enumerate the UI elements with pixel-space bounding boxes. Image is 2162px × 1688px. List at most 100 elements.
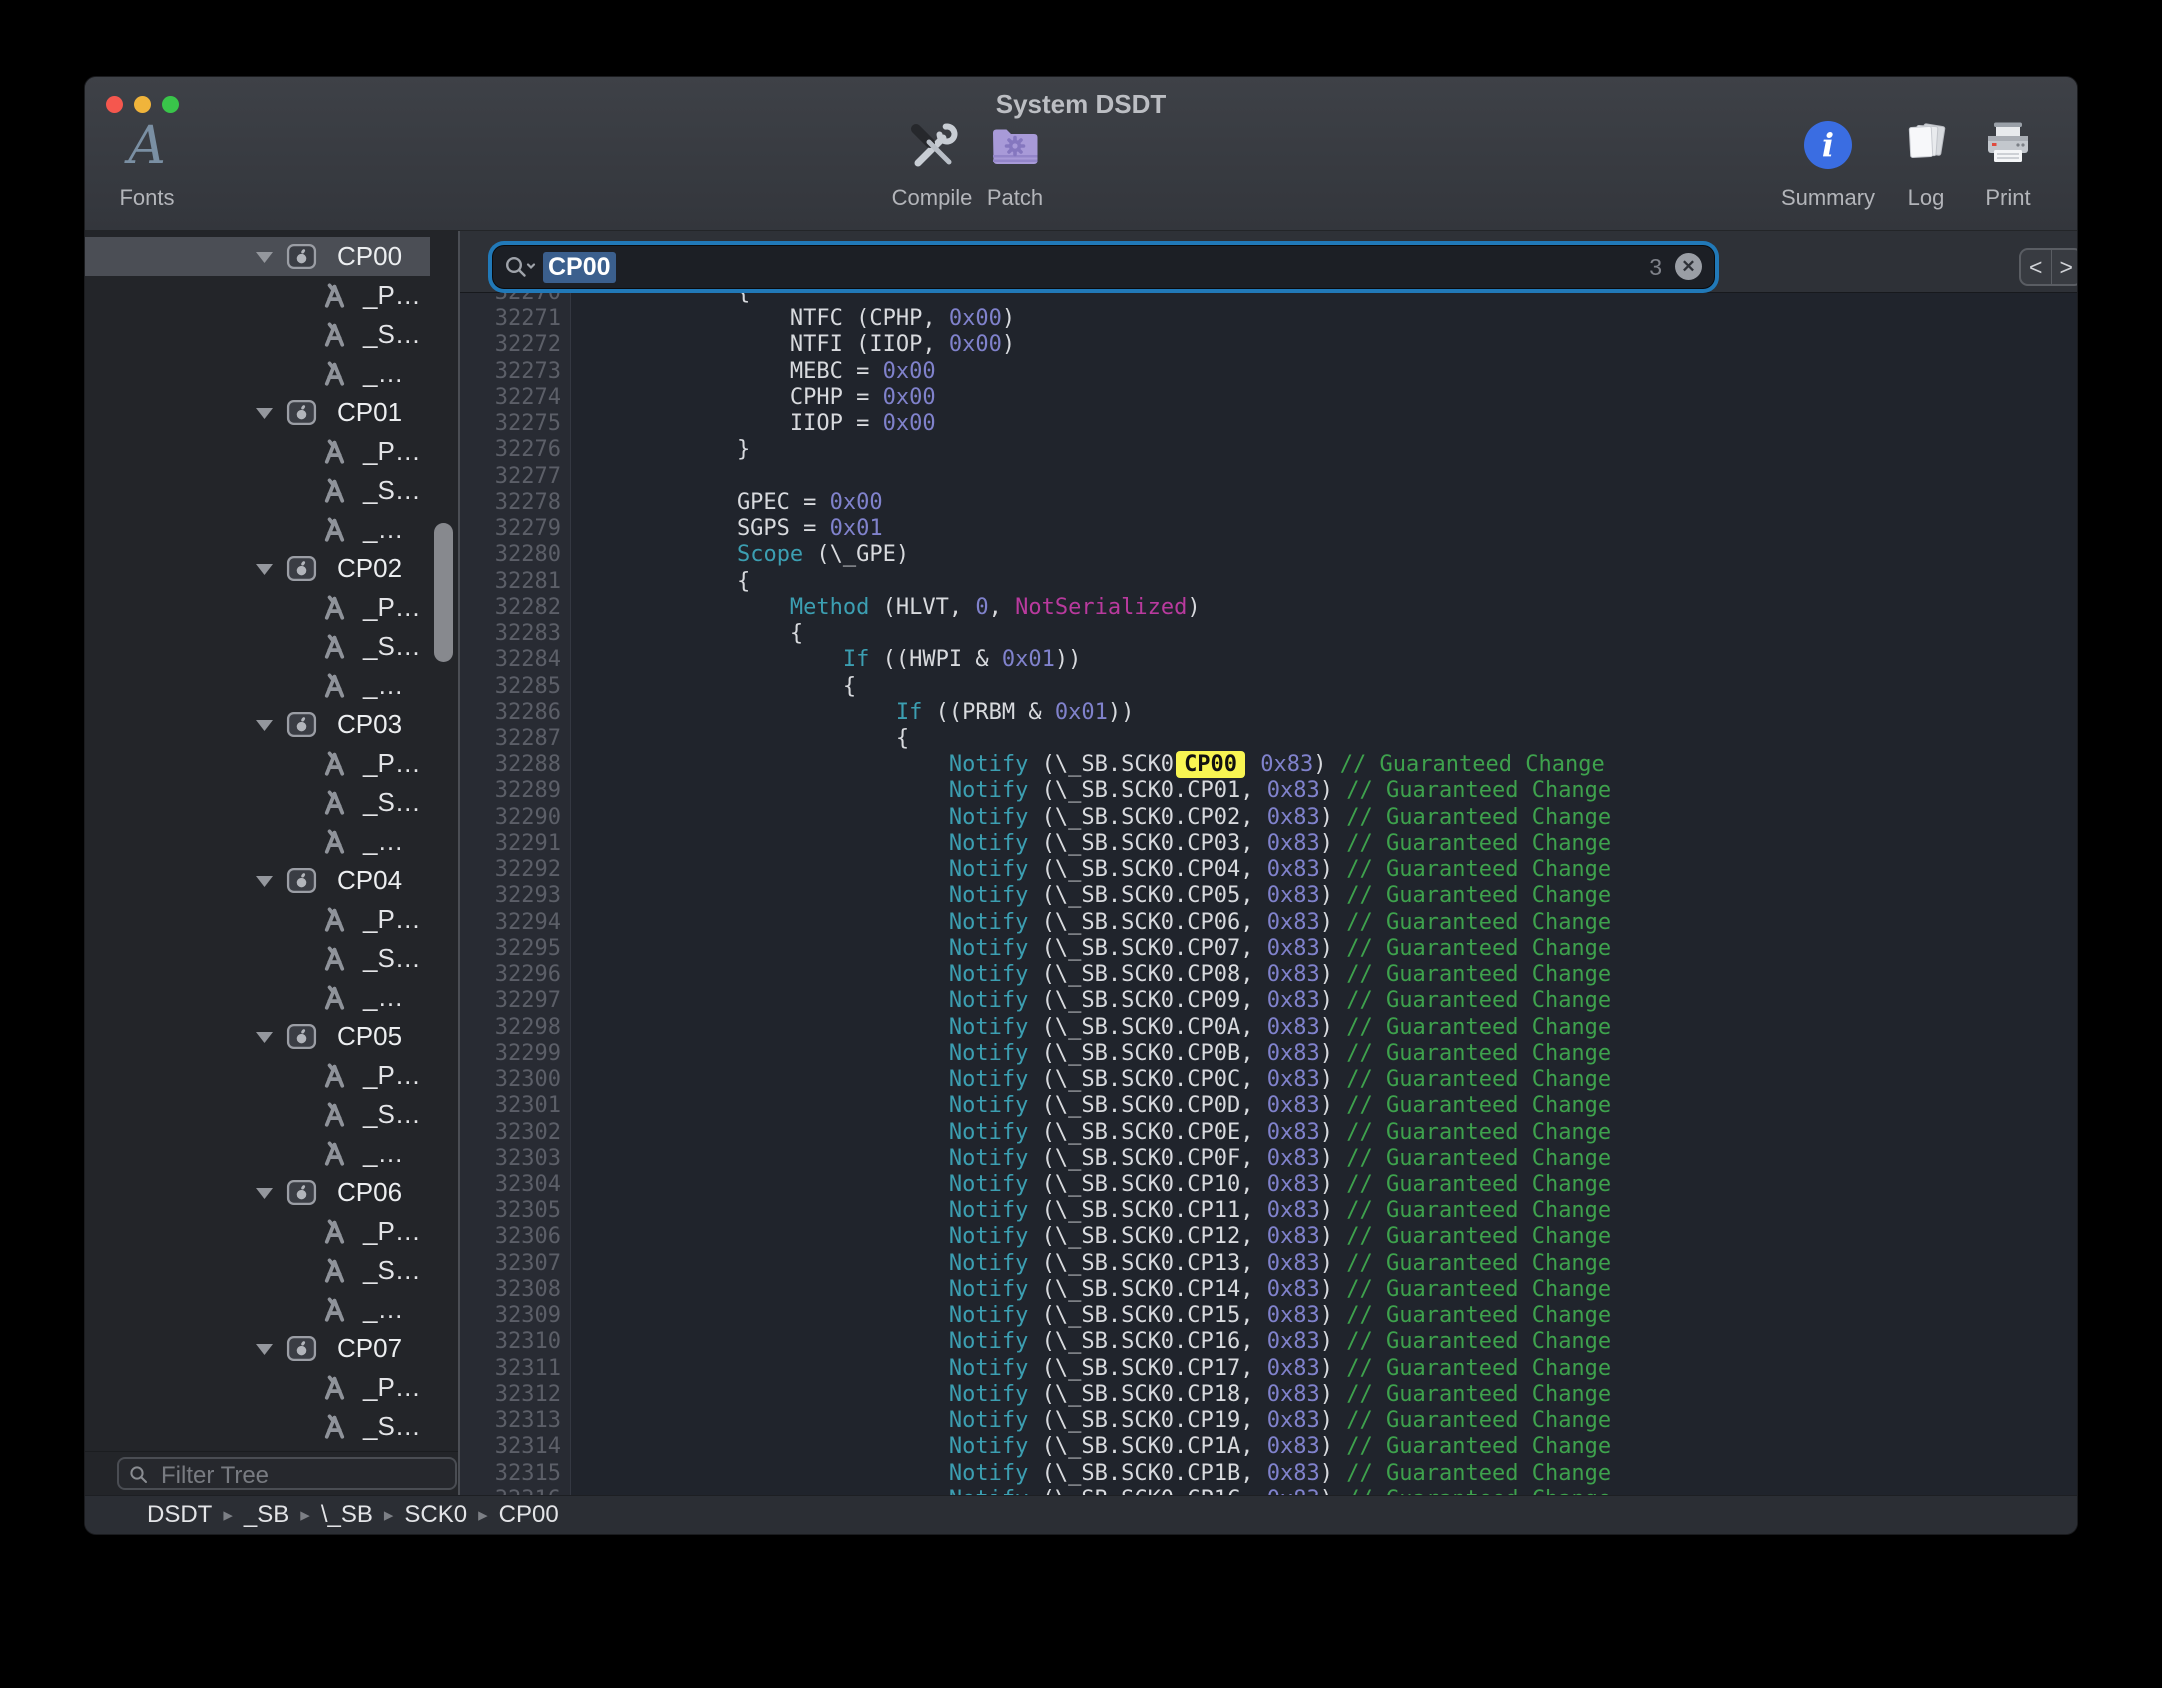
tree-child-item[interactable]: _… [85,822,430,861]
code-line: 32277 [460,464,2077,490]
line-number: 32297 [460,988,571,1014]
tree-child-item[interactable]: _P… [85,900,430,939]
tree-child-item[interactable]: _P… [85,744,430,783]
tree-child-label: _… [363,826,403,857]
disclosure-triangle-icon[interactable] [254,1342,275,1362]
tree-child-item[interactable]: _… [85,978,430,1017]
device-icon [286,553,317,584]
tree-item-cp07[interactable]: CP07 [85,1329,430,1368]
fonts-button[interactable]: A Fonts [87,117,207,211]
disclosure-triangle-icon[interactable] [254,562,275,582]
method-icon [319,904,350,935]
tree-item-label: CP01 [337,397,402,428]
search-match-highlight: CP00 [1176,751,1245,778]
tree-child-item[interactable]: _… [85,1134,430,1173]
disclosure-triangle-icon[interactable] [254,718,275,738]
filter-search-icon [128,1464,150,1486]
tree-child-item[interactable]: _P… [85,1212,430,1251]
breadcrumb-item[interactable]: \_SB [321,1501,373,1529]
breadcrumb-item[interactable]: SCK0 [404,1501,467,1529]
code-line: 32275 IIOP = 0x00 [460,411,2077,437]
line-number: 32274 [460,385,571,411]
tree-child-item[interactable]: _… [85,1290,430,1329]
find-next-button[interactable]: > [2052,250,2079,284]
method-icon [319,826,350,857]
breadcrumb-item[interactable]: _SB [244,1501,289,1529]
tree-child-item[interactable]: _S… [85,783,430,822]
tree-item-cp02[interactable]: CP02 [85,549,430,588]
tree-child-item[interactable]: _… [85,354,430,393]
breadcrumb-item[interactable]: CP00 [499,1501,559,1529]
tree-child-item[interactable]: _P… [85,1056,430,1095]
code-line: 32304 Notify (\_SB.SCK0.CP10, 0x83) // G… [460,1172,2077,1198]
method-icon [319,787,350,818]
method-icon [319,1294,350,1325]
clear-search-icon[interactable]: ✕ [1675,253,1702,280]
tree-child-label: _P… [363,436,421,467]
tree-child-label: _… [363,514,403,545]
find-previous-button[interactable]: < [2021,250,2052,284]
tree-child-item[interactable]: _P… [85,432,430,471]
tree-child-item[interactable]: _S… [85,939,430,978]
tree-item-cp06[interactable]: CP06 [85,1173,430,1212]
line-number: 32308 [460,1277,571,1303]
code-line: 32284 If ((HWPI & 0x01)) [460,647,2077,673]
breadcrumb-item[interactable]: DSDT [147,1501,212,1529]
tree-item-label: CP05 [337,1021,402,1052]
line-number: 32278 [460,490,571,516]
tree-item-cp00[interactable]: CP00 [85,237,430,276]
tree-child-item[interactable]: _P… [85,1368,430,1407]
search-icon [503,254,539,280]
sidebar-scrollbar[interactable] [434,523,453,662]
method-icon [319,514,350,545]
tree-child-item[interactable]: _S… [85,1251,430,1290]
line-number: 32312 [460,1382,571,1408]
tree-child-item[interactable]: _P… [85,276,430,315]
method-icon [319,748,350,779]
code-line: 32300 Notify (\_SB.SCK0.CP0C, 0x83) // G… [460,1067,2077,1093]
disclosure-triangle-icon[interactable] [254,1186,275,1206]
print-button[interactable]: Print [1948,117,2068,211]
code-editor[interactable]: 32270 {32271 NTFC (CPHP, 0x00)32272 NTFI… [460,293,2077,1495]
method-icon [319,1138,350,1169]
line-number: 32281 [460,569,571,595]
disclosure-triangle-icon[interactable] [254,1030,275,1050]
tree-child-item[interactable]: _P… [85,588,430,627]
tree-child-item[interactable]: _… [85,510,430,549]
code-line: 32298 Notify (\_SB.SCK0.CP0A, 0x83) // G… [460,1015,2077,1041]
tree-child-item[interactable]: _S… [85,471,430,510]
tree-item-label: CP06 [337,1177,402,1208]
tree-child-label: _P… [363,280,421,311]
tree-child-item[interactable]: _S… [85,315,430,354]
filter-tree-input[interactable]: Filter Tree [117,1457,457,1490]
disclosure-triangle-icon[interactable] [254,250,275,270]
method-icon [319,1411,350,1442]
tree-child-label: _S… [363,1255,421,1286]
window-title: System DSDT [85,89,2077,120]
line-number: 32289 [460,778,571,804]
code-line: 32303 Notify (\_SB.SCK0.CP0F, 0x83) // G… [460,1146,2077,1172]
method-icon [319,1372,350,1403]
filter-placeholder-text: Filter Tree [161,1462,269,1490]
disclosure-triangle-icon[interactable] [254,406,275,426]
tree-item-cp04[interactable]: CP04 [85,861,430,900]
disclosure-triangle-icon[interactable] [254,874,275,894]
tree-child-item[interactable]: _S… [85,1407,430,1446]
find-input[interactable]: CP00 3 ✕ [493,246,1714,288]
code-line: 32287 { [460,726,2077,752]
tree-item-cp05[interactable]: CP05 [85,1017,430,1056]
patch-button[interactable]: Patch [955,117,1075,211]
tree-child-label: _P… [363,904,421,935]
tree-item-label: CP00 [337,241,402,272]
line-number: 32272 [460,332,571,358]
tree-child-item[interactable]: _… [85,666,430,705]
tree-item-cp01[interactable]: CP01 [85,393,430,432]
tree-item-cp03[interactable]: CP03 [85,705,430,744]
tree-child-item[interactable]: _S… [85,1095,430,1134]
tree-child-item[interactable]: _S… [85,627,430,666]
method-icon [319,631,350,662]
code-line: 32273 MEBC = 0x00 [460,359,2077,385]
code-line: 32290 Notify (\_SB.SCK0.CP02, 0x83) // G… [460,805,2077,831]
line-number: 32299 [460,1041,571,1067]
line-number: 32273 [460,359,571,385]
